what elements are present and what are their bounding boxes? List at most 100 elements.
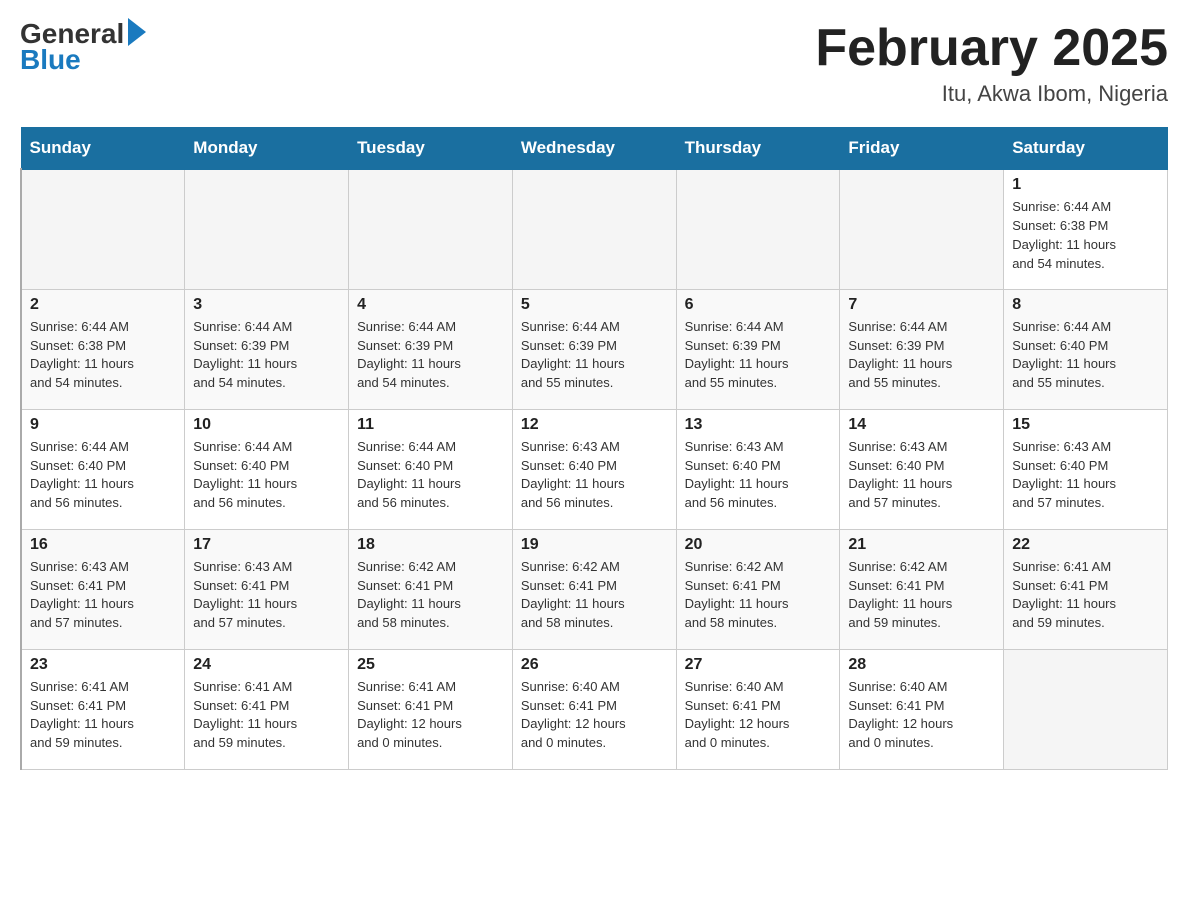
day-info: Sunrise: 6:43 AM Sunset: 6:40 PM Dayligh… xyxy=(848,438,995,513)
day-info: Sunrise: 6:41 AM Sunset: 6:41 PM Dayligh… xyxy=(1012,558,1159,633)
day-info: Sunrise: 6:41 AM Sunset: 6:41 PM Dayligh… xyxy=(193,678,340,753)
calendar-cell: 17 Sunrise: 6:43 AM Sunset: 6:41 PM Dayli… xyxy=(185,529,349,649)
day-info: Sunrise: 6:41 AM Sunset: 6:41 PM Dayligh… xyxy=(357,678,504,753)
calendar-cell: 25 Sunrise: 6:41 AM Sunset: 6:41 PM Dayli… xyxy=(349,649,513,769)
day-number: 3 xyxy=(193,296,340,314)
calendar-cell: 6 Sunrise: 6:44 AM Sunset: 6:39 PM Daylig… xyxy=(676,289,840,409)
calendar-week-row: 2 Sunrise: 6:44 AM Sunset: 6:38 PM Daylig… xyxy=(21,289,1168,409)
day-info: Sunrise: 6:41 AM Sunset: 6:41 PM Dayligh… xyxy=(30,678,176,753)
weekday-header-saturday: Saturday xyxy=(1004,128,1168,170)
weekday-header-monday: Monday xyxy=(185,128,349,170)
day-number: 8 xyxy=(1012,296,1159,314)
day-number: 6 xyxy=(685,296,832,314)
calendar-cell: 22 Sunrise: 6:41 AM Sunset: 6:41 PM Dayli… xyxy=(1004,529,1168,649)
title-block: February 2025 Itu, Akwa Ibom, Nigeria xyxy=(815,20,1168,107)
calendar-cell xyxy=(676,169,840,289)
calendar-week-row: 9 Sunrise: 6:44 AM Sunset: 6:40 PM Daylig… xyxy=(21,409,1168,529)
calendar-header: SundayMondayTuesdayWednesdayThursdayFrid… xyxy=(21,128,1168,170)
calendar-cell: 21Sunrise: 6:42 AM Sunset: 6:41 PM Dayli… xyxy=(840,529,1004,649)
day-info: Sunrise: 6:40 AM Sunset: 6:41 PM Dayligh… xyxy=(521,678,668,753)
day-number: 22 xyxy=(1012,536,1159,554)
calendar-cell: 15 Sunrise: 6:43 AM Sunset: 6:40 PM Dayli… xyxy=(1004,409,1168,529)
calendar-cell: 8 Sunrise: 6:44 AM Sunset: 6:40 PM Daylig… xyxy=(1004,289,1168,409)
day-number: 9 xyxy=(30,416,176,434)
calendar-cell: 9 Sunrise: 6:44 AM Sunset: 6:40 PM Daylig… xyxy=(21,409,185,529)
day-info: Sunrise: 6:44 AM Sunset: 6:39 PM Dayligh… xyxy=(848,318,995,393)
day-number: 27 xyxy=(685,656,832,674)
logo-arrow-icon xyxy=(128,18,146,46)
day-info: Sunrise: 6:44 AM Sunset: 6:39 PM Dayligh… xyxy=(685,318,832,393)
calendar-cell: 4 Sunrise: 6:44 AM Sunset: 6:39 PM Daylig… xyxy=(349,289,513,409)
calendar-cell: 19Sunrise: 6:42 AM Sunset: 6:41 PM Dayli… xyxy=(512,529,676,649)
weekday-header-thursday: Thursday xyxy=(676,128,840,170)
calendar-cell xyxy=(185,169,349,289)
calendar-cell: 23 Sunrise: 6:41 AM Sunset: 6:41 PM Dayli… xyxy=(21,649,185,769)
day-number: 5 xyxy=(521,296,668,314)
day-info: Sunrise: 6:44 AM Sunset: 6:40 PM Dayligh… xyxy=(30,438,176,513)
day-info: Sunrise: 6:42 AM Sunset: 6:41 PM Dayligh… xyxy=(848,558,995,633)
calendar-cell: 3 Sunrise: 6:44 AM Sunset: 6:39 PM Daylig… xyxy=(185,289,349,409)
day-info: Sunrise: 6:44 AM Sunset: 6:39 PM Dayligh… xyxy=(193,318,340,393)
calendar-cell: 13 Sunrise: 6:43 AM Sunset: 6:40 PM Dayli… xyxy=(676,409,840,529)
day-number: 11 xyxy=(357,416,504,434)
calendar-cell: 28 Sunrise: 6:40 AM Sunset: 6:41 PM Dayli… xyxy=(840,649,1004,769)
day-number: 7 xyxy=(848,296,995,314)
calendar-cell: 24 Sunrise: 6:41 AM Sunset: 6:41 PM Dayli… xyxy=(185,649,349,769)
day-number: 24 xyxy=(193,656,340,674)
day-info: Sunrise: 6:43 AM Sunset: 6:40 PM Dayligh… xyxy=(1012,438,1159,513)
day-info: Sunrise: 6:44 AM Sunset: 6:40 PM Dayligh… xyxy=(1012,318,1159,393)
weekday-header-row: SundayMondayTuesdayWednesdayThursdayFrid… xyxy=(21,128,1168,170)
calendar-cell xyxy=(349,169,513,289)
weekday-header-wednesday: Wednesday xyxy=(512,128,676,170)
weekday-header-sunday: Sunday xyxy=(21,128,185,170)
day-number: 25 xyxy=(357,656,504,674)
day-number: 1 xyxy=(1012,176,1159,194)
day-number: 13 xyxy=(685,416,832,434)
day-info: Sunrise: 6:44 AM Sunset: 6:38 PM Dayligh… xyxy=(30,318,176,393)
day-number: 17 xyxy=(193,536,340,554)
calendar-cell: 10Sunrise: 6:44 AM Sunset: 6:40 PM Dayli… xyxy=(185,409,349,529)
calendar-week-row: 1Sunrise: 6:44 AM Sunset: 6:38 PM Daylig… xyxy=(21,169,1168,289)
day-number: 26 xyxy=(521,656,668,674)
day-number: 15 xyxy=(1012,416,1159,434)
day-number: 28 xyxy=(848,656,995,674)
day-number: 4 xyxy=(357,296,504,314)
calendar-cell: 26 Sunrise: 6:40 AM Sunset: 6:41 PM Dayli… xyxy=(512,649,676,769)
day-info: Sunrise: 6:44 AM Sunset: 6:39 PM Dayligh… xyxy=(357,318,504,393)
weekday-header-friday: Friday xyxy=(840,128,1004,170)
day-number: 2 xyxy=(30,296,176,314)
calendar-cell: 7 Sunrise: 6:44 AM Sunset: 6:39 PM Daylig… xyxy=(840,289,1004,409)
day-info: Sunrise: 6:44 AM Sunset: 6:40 PM Dayligh… xyxy=(193,438,340,513)
calendar-cell: 16 Sunrise: 6:43 AM Sunset: 6:41 PM Dayli… xyxy=(21,529,185,649)
calendar-cell: 12Sunrise: 6:43 AM Sunset: 6:40 PM Dayli… xyxy=(512,409,676,529)
logo-blue-text: Blue xyxy=(20,46,81,74)
calendar-cell xyxy=(21,169,185,289)
day-number: 16 xyxy=(30,536,176,554)
calendar-week-row: 23 Sunrise: 6:41 AM Sunset: 6:41 PM Dayli… xyxy=(21,649,1168,769)
day-info: Sunrise: 6:44 AM Sunset: 6:40 PM Dayligh… xyxy=(357,438,504,513)
day-number: 14 xyxy=(848,416,995,434)
day-number: 12 xyxy=(521,416,668,434)
calendar-cell: 18 Sunrise: 6:42 AM Sunset: 6:41 PM Dayli… xyxy=(349,529,513,649)
day-info: Sunrise: 6:42 AM Sunset: 6:41 PM Dayligh… xyxy=(685,558,832,633)
day-info: Sunrise: 6:43 AM Sunset: 6:40 PM Dayligh… xyxy=(685,438,832,513)
calendar-subtitle: Itu, Akwa Ibom, Nigeria xyxy=(815,81,1168,107)
calendar-cell: 27 Sunrise: 6:40 AM Sunset: 6:41 PM Dayli… xyxy=(676,649,840,769)
day-info: Sunrise: 6:40 AM Sunset: 6:41 PM Dayligh… xyxy=(685,678,832,753)
calendar-cell: 5 Sunrise: 6:44 AM Sunset: 6:39 PM Daylig… xyxy=(512,289,676,409)
day-number: 23 xyxy=(30,656,176,674)
day-info: Sunrise: 6:43 AM Sunset: 6:41 PM Dayligh… xyxy=(193,558,340,633)
day-info: Sunrise: 6:40 AM Sunset: 6:41 PM Dayligh… xyxy=(848,678,995,753)
calendar-cell xyxy=(840,169,1004,289)
calendar-week-row: 16 Sunrise: 6:43 AM Sunset: 6:41 PM Dayli… xyxy=(21,529,1168,649)
day-info: Sunrise: 6:43 AM Sunset: 6:41 PM Dayligh… xyxy=(30,558,176,633)
calendar-cell: 20Sunrise: 6:42 AM Sunset: 6:41 PM Dayli… xyxy=(676,529,840,649)
day-info: Sunrise: 6:44 AM Sunset: 6:39 PM Dayligh… xyxy=(521,318,668,393)
weekday-header-tuesday: Tuesday xyxy=(349,128,513,170)
day-info: Sunrise: 6:42 AM Sunset: 6:41 PM Dayligh… xyxy=(521,558,668,633)
calendar-body: 1 Sunrise: 6:44 AM Sunset: 6:38 PM Daylig… xyxy=(21,169,1168,769)
day-info: Sunrise: 6:42 AM Sunset: 6:41 PM Dayligh… xyxy=(357,558,504,633)
calendar-cell: 1Sunrise: 6:44 AM Sunset: 6:38 PM Daylig… xyxy=(1004,169,1168,289)
calendar-cell: 14 Sunrise: 6:43 AM Sunset: 6:40 PM Dayli… xyxy=(840,409,1004,529)
day-number: 18 xyxy=(357,536,504,554)
